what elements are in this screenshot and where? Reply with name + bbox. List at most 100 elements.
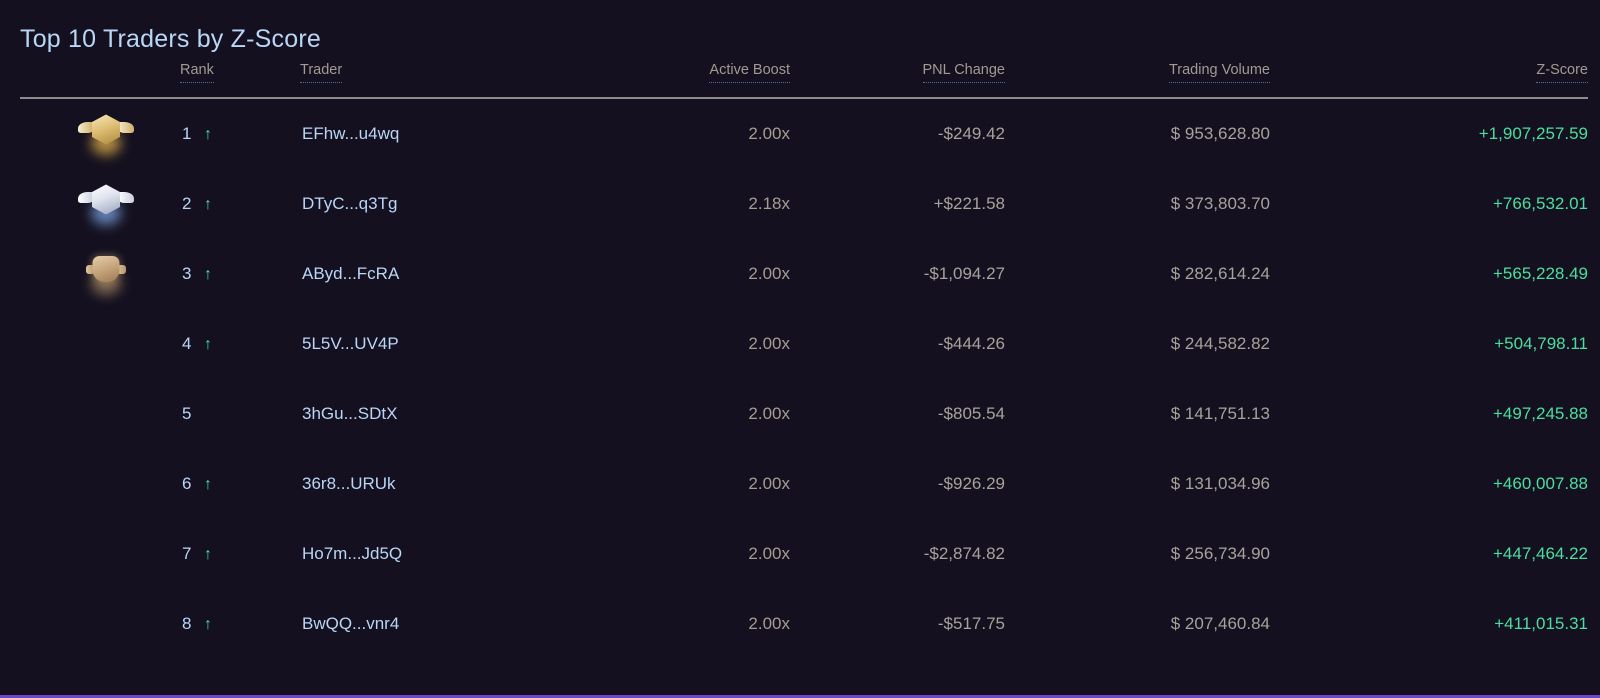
trader-cell: 3hGu...SDtX	[300, 379, 580, 449]
pnl-change-value: -$444.26	[937, 333, 1005, 353]
active-boost-value: 2.18x	[748, 193, 790, 213]
pnl-change-value: -$2,874.82	[923, 543, 1005, 563]
column-header-trading-volume-label: Trading Volume	[1168, 62, 1270, 83]
trader-address-link[interactable]: 36r8...URUk	[302, 474, 396, 493]
rank-cell: 1 ↑	[180, 98, 300, 169]
up-arrow-icon: ↑	[204, 125, 212, 143]
medal-cell	[20, 169, 180, 239]
column-header-trader-label: Trader	[300, 62, 343, 83]
trader-address-link[interactable]: 5L5V...UV4P	[302, 334, 399, 353]
column-header-pnl-change-label: PNL Change	[922, 62, 1005, 83]
trading-volume-value: $ 141,751.13	[1170, 403, 1270, 423]
medal-wing-right	[118, 192, 134, 204]
up-arrow-icon: ↑	[204, 335, 212, 353]
trader-address-link[interactable]: Ho7m...Jd5Q	[302, 544, 402, 563]
trader-cell: EFhw...u4wq	[300, 98, 580, 169]
medal-wing-right	[118, 122, 134, 134]
z-score-value: +1,907,257.59	[1478, 123, 1588, 143]
medal-wing-left	[78, 122, 94, 134]
trader-address-link[interactable]: DTyC...q3Tg	[302, 194, 397, 213]
pnl-change-value: -$805.54	[937, 403, 1005, 423]
trader-cell: BwQQ...vnr4	[300, 589, 580, 659]
column-header-pnl-change[interactable]: PNL Change	[790, 62, 1005, 98]
medal-cell	[20, 589, 180, 659]
trading-volume-value: $ 256,734.90	[1170, 543, 1270, 563]
pnl-change-value: -$1,094.27	[923, 263, 1005, 283]
rank-cell: 5↑	[180, 379, 300, 449]
column-header-active-boost[interactable]: Active Boost	[580, 62, 790, 98]
column-header-active-boost-label: Active Boost	[709, 62, 790, 83]
column-header-z-score-label: Z-Score	[1536, 62, 1588, 83]
up-arrow-icon: ↑	[204, 615, 212, 633]
trading-volume-value: $ 207,460.84	[1170, 613, 1270, 633]
trader-address-link[interactable]: AByd...FcRA	[302, 264, 399, 283]
medal-cell	[20, 379, 180, 449]
leaderboard-panel: Top 10 Traders by Z-Score Rank Trader Ac…	[0, 0, 1600, 695]
pnl-change-value: +$221.58	[933, 193, 1005, 213]
pnl-change-value: -$517.75	[937, 613, 1005, 633]
medal-cell	[20, 309, 180, 379]
rank-cell: 3 ↑	[180, 239, 300, 309]
table-row[interactable]: 7 ↑ Ho7m...Jd5Q 2.00x -$2,874.82 $ 256,734.90…	[20, 519, 1588, 589]
rank-value: 4	[182, 333, 192, 353]
trader-address-link[interactable]: EFhw...u4wq	[302, 124, 399, 143]
rank-value: 3	[182, 263, 192, 283]
medal-cell	[20, 239, 180, 309]
z-score-value: +504,798.11	[1494, 333, 1588, 353]
rank-value: 1	[182, 123, 192, 143]
trader-address-link[interactable]: BwQQ...vnr4	[302, 614, 399, 633]
active-boost-value: 2.00x	[748, 263, 790, 283]
trader-address-link[interactable]: 3hGu...SDtX	[302, 404, 397, 423]
table-row[interactable]: 2 ↑ DTyC...q3Tg 2.18x +$221.58 $ 373,803.70 +7…	[20, 169, 1588, 239]
rank-value: 8	[182, 613, 192, 633]
rank-cell: 4 ↑	[180, 309, 300, 379]
column-header-z-score[interactable]: Z-Score	[1270, 62, 1588, 98]
rank-value: 6	[182, 473, 192, 493]
z-score-value: +447,464.22	[1492, 543, 1588, 563]
trader-cell: 5L5V...UV4P	[300, 309, 580, 379]
active-boost-value: 2.00x	[748, 543, 790, 563]
z-score-value: +565,228.49	[1492, 263, 1588, 283]
trader-cell: Ho7m...Jd5Q	[300, 519, 580, 589]
column-header-trading-volume[interactable]: Trading Volume	[1005, 62, 1270, 98]
table-row[interactable]: 4 ↑ 5L5V...UV4P 2.00x -$444.26 $ 244,582.82 +5…	[20, 309, 1588, 379]
trading-volume-value: $ 953,628.80	[1170, 123, 1270, 143]
table-row[interactable]: 6 ↑ 36r8...URUk 2.00x -$926.29 $ 131,034.96 +4…	[20, 449, 1588, 519]
rank-cell: 6 ↑	[180, 449, 300, 519]
active-boost-value: 2.00x	[748, 473, 790, 493]
z-score-value: +766,532.01	[1492, 193, 1588, 213]
z-score-value: +460,007.88	[1492, 473, 1588, 493]
up-arrow-icon: ↑	[204, 195, 212, 213]
table-body: 1 ↑ EFhw...u4wq 2.00x -$249.42 $ 953,628.80 +1…	[20, 98, 1588, 659]
trader-cell: 36r8...URUk	[300, 449, 580, 519]
column-header-rank-label: Rank	[180, 62, 214, 83]
bronze-medal-icon	[78, 249, 134, 296]
rank-value: 5	[182, 403, 192, 423]
column-header-trader[interactable]: Trader	[300, 62, 580, 98]
active-boost-value: 2.00x	[748, 333, 790, 353]
z-score-value: +497,245.88	[1492, 403, 1588, 423]
active-boost-value: 2.00x	[748, 123, 790, 143]
table-row[interactable]: 3 ↑ AByd...FcRA 2.00x -$1,094.27 $ 282,614.24…	[20, 239, 1588, 309]
rank-cell: 8 ↑	[180, 589, 300, 659]
rank-value: 2	[182, 193, 192, 213]
medal-wing-left	[78, 192, 94, 204]
z-score-value: +411,015.31	[1494, 613, 1588, 633]
pnl-change-value: -$926.29	[937, 473, 1005, 493]
medal-cell	[20, 98, 180, 169]
up-arrow-icon: ↑	[204, 265, 212, 283]
medal-cell	[20, 519, 180, 589]
rank-cell: 2 ↑	[180, 169, 300, 239]
trading-volume-value: $ 373,803.70	[1170, 193, 1270, 213]
column-header-rank[interactable]: Rank	[180, 62, 300, 98]
table-row[interactable]: 5↑3hGu...SDtX 2.00x -$805.54 $ 141,751.13 +4…	[20, 379, 1588, 449]
rank-cell: 7 ↑	[180, 519, 300, 589]
trading-volume-value: $ 282,614.24	[1170, 263, 1270, 283]
rank-value: 7	[182, 543, 192, 563]
trading-volume-value: $ 131,034.96	[1170, 473, 1270, 493]
table-row[interactable]: 1 ↑ EFhw...u4wq 2.00x -$249.42 $ 953,628.80 +1…	[20, 98, 1588, 169]
trader-cell: DTyC...q3Tg	[300, 169, 580, 239]
table-row[interactable]: 8 ↑ BwQQ...vnr4 2.00x -$517.75 $ 207,460.84 +4…	[20, 589, 1588, 659]
active-boost-value: 2.00x	[748, 403, 790, 423]
traders-leaderboard-table: Rank Trader Active Boost PNL Change Trad…	[20, 62, 1588, 659]
